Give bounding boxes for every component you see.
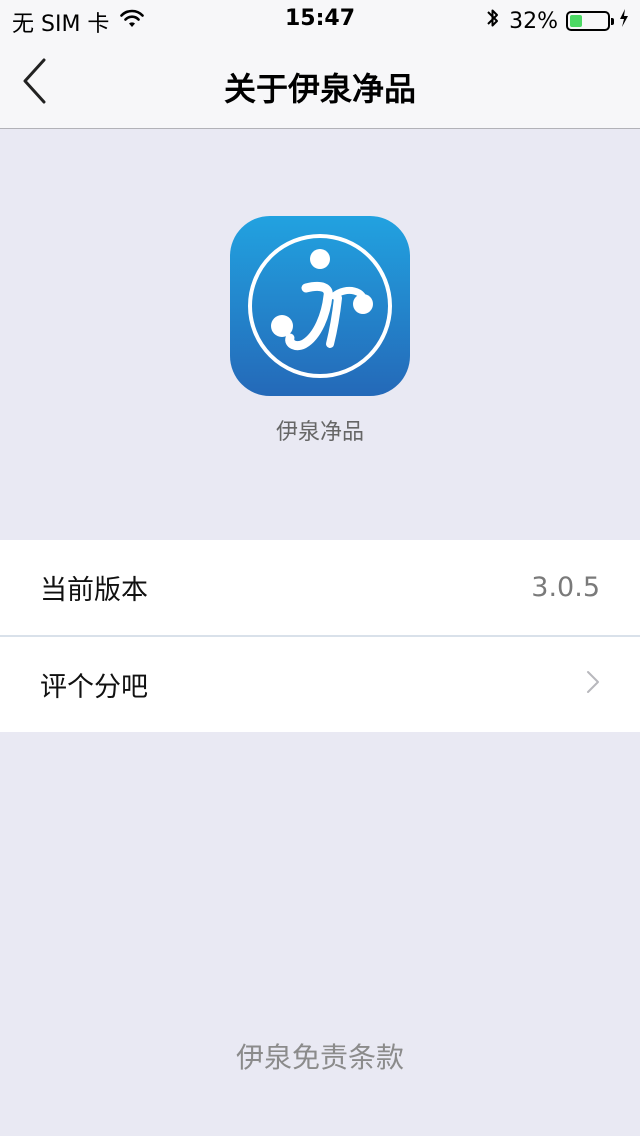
status-bar: 无 SIM 卡 15:47 32%: [0, 0, 640, 40]
chevron-right-icon: [586, 670, 600, 698]
status-right: 32%: [485, 6, 630, 36]
settings-list: 当前版本 3.0.5 评个分吧: [0, 540, 640, 732]
version-value: 3.0.5: [531, 571, 600, 603]
disclaimer-link[interactable]: 伊泉免责条款: [0, 1036, 640, 1076]
charging-icon: [618, 8, 630, 34]
version-label: 当前版本: [40, 574, 148, 606]
battery-level-fill: [570, 15, 582, 27]
battery-percent: 32%: [509, 8, 558, 34]
battery-icon: [566, 11, 614, 31]
rate-app-row[interactable]: 评个分吧: [0, 637, 640, 731]
navigation-bar: 关于伊泉净品: [0, 40, 640, 129]
page-title: 关于伊泉净品: [223, 70, 416, 108]
bluetooth-icon: [485, 6, 501, 36]
version-row: 当前版本 3.0.5: [0, 540, 640, 634]
app-name: 伊泉净品: [275, 420, 364, 445]
rate-app-label: 评个分吧: [40, 671, 148, 703]
app-logo-icon: [230, 216, 410, 396]
